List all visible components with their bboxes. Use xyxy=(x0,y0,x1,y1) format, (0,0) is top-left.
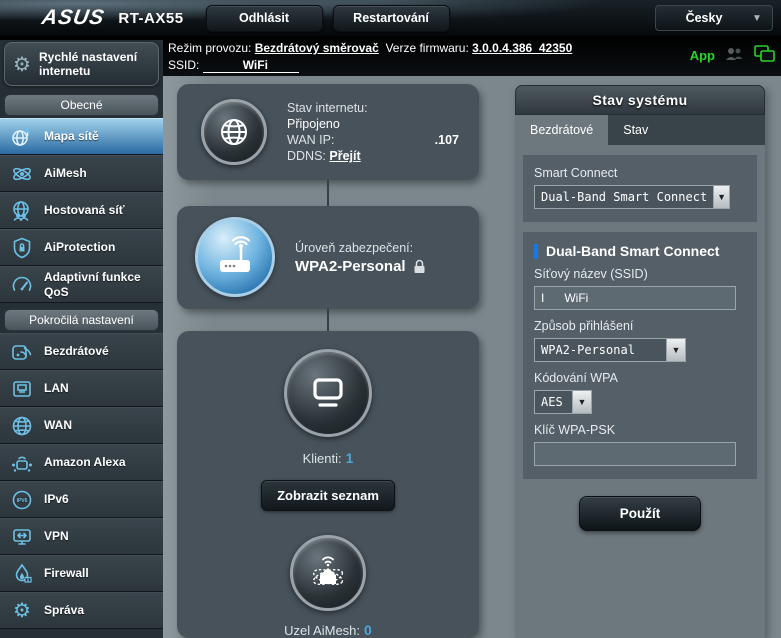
logout-button[interactable]: Odhlásit xyxy=(206,5,323,32)
smart-connect-box: Smart Connect Dual-Band Smart Connect ▼ xyxy=(523,155,757,222)
ddns-link[interactable]: Přejít xyxy=(329,149,360,163)
system-status-panel: Stav systému Bezdrátové Stav Smart Conne… xyxy=(515,85,765,638)
section-advanced: Pokročilá nastavení xyxy=(4,309,159,331)
aimesh-node-label: Uzel AiMesh: xyxy=(284,623,360,638)
sidebar-item-ipv6[interactable]: IPV6 IPv6 xyxy=(0,481,163,518)
devices-icon[interactable] xyxy=(753,44,775,66)
sidebar-item-admin[interactable]: ⚙ Správa xyxy=(0,592,163,629)
connector-line xyxy=(327,309,329,331)
dual-band-heading: Dual-Band Smart Connect xyxy=(546,243,719,259)
internet-status-card: Stav internetu: Připojeno WAN IP: .107 D… xyxy=(177,84,479,180)
lan-port-icon xyxy=(0,377,44,401)
clients-aimesh-card: Klienti: 1 Zobrazit seznam Uzel AiMesh: 0 xyxy=(177,331,479,638)
sidebar-item-firewall[interactable]: Firewall xyxy=(0,555,163,592)
connector-line xyxy=(327,180,329,205)
security-card: Úroveň zabezpečení: WPA2-Personal xyxy=(177,206,479,309)
gauge-icon xyxy=(0,273,44,297)
auth-method-label: Způsob přihlášení xyxy=(534,319,746,333)
main-content: Stav internetu: Připojeno WAN IP: .107 D… xyxy=(163,75,781,638)
quick-setup-button[interactable]: ⚙ Rychlé nastavení internetu xyxy=(4,42,159,86)
aimesh-icon xyxy=(0,162,44,186)
sidebar: ⚙ Rychlé nastavení internetu Obecné Mapa… xyxy=(0,40,163,638)
chevron-down-icon: ▼ xyxy=(713,186,729,208)
ssid-label: SSID: xyxy=(168,58,199,72)
sidebar-item-lan[interactable]: LAN xyxy=(0,370,163,407)
wpa-encryption-label: Kódování WPA xyxy=(534,371,746,385)
router-model: RT-AX55 xyxy=(118,10,183,27)
aimesh-node-count: 0 xyxy=(364,622,372,638)
internet-status-value: Připojeno xyxy=(287,117,459,131)
aimesh-node-icon[interactable] xyxy=(290,535,366,611)
ssid-link[interactable]: WiFi xyxy=(203,58,299,73)
view-list-button[interactable]: Zobrazit seznam xyxy=(261,480,395,511)
wpa-key-label: Klíč WPA-PSK xyxy=(534,423,746,437)
ipv6-globe-icon: IPV6 xyxy=(0,488,44,512)
wireless-icon xyxy=(0,340,44,364)
ssid-field-label: Síťový název (SSID) xyxy=(534,267,746,281)
users-icon[interactable] xyxy=(724,46,744,65)
ssid-input[interactable] xyxy=(534,286,736,310)
mode-link[interactable]: Bezdrátový směrovač xyxy=(255,41,379,55)
language-select[interactable]: Česky ▼ xyxy=(655,5,773,31)
wan-ip-label: WAN IP: xyxy=(287,133,334,147)
app-link[interactable]: App xyxy=(690,48,715,63)
alexa-icon xyxy=(0,451,44,475)
clients-label: Klienti: xyxy=(303,451,342,466)
gear-wrench-icon: ⚙ xyxy=(5,52,39,77)
dual-band-box: Dual-Band Smart Connect Síťový název (SS… xyxy=(523,232,757,479)
sidebar-item-wireless[interactable]: Bezdrátové xyxy=(0,333,163,370)
sidebar-item-aimesh[interactable]: AiMesh xyxy=(0,155,163,192)
network-map-icon xyxy=(0,125,44,149)
reboot-button[interactable]: Restartování xyxy=(333,5,450,32)
wpa-key-input[interactable] xyxy=(534,442,736,466)
internet-globe-icon[interactable] xyxy=(201,99,267,165)
network-map: Stav internetu: Připojeno WAN IP: .107 D… xyxy=(177,84,479,638)
sidebar-item-alexa[interactable]: Amazon Alexa xyxy=(0,444,163,481)
chevron-down-icon: ▼ xyxy=(572,391,591,413)
top-bar: ASUS RT-AX55 Odhlásit Restartování Česky… xyxy=(0,0,781,36)
firmware-link[interactable]: 3.0.0.4.386_42350 xyxy=(472,41,572,55)
asus-logo: ASUS xyxy=(40,6,107,30)
tab-wireless[interactable]: Bezdrátové xyxy=(515,115,608,145)
apply-button[interactable]: Použít xyxy=(579,496,701,531)
auth-method-select[interactable]: WPA2-Personal ▼ xyxy=(534,338,686,362)
heading-accent-bar xyxy=(534,244,538,259)
tab-status[interactable]: Stav xyxy=(608,115,663,145)
chevron-down-icon: ▼ xyxy=(666,339,685,361)
chevron-down-icon: ▼ xyxy=(752,13,772,24)
clients-monitor-icon[interactable] xyxy=(284,349,372,437)
clients-count: 1 xyxy=(346,450,354,466)
security-level-label: Úroveň zabezpečení: xyxy=(295,241,426,255)
sidebar-item-aiprotection[interactable]: AiProtection xyxy=(0,229,163,266)
lock-icon xyxy=(413,259,426,274)
smart-connect-label: Smart Connect xyxy=(534,166,746,180)
sidebar-item-vpn[interactable]: VPN xyxy=(0,518,163,555)
language-value: Česky xyxy=(656,11,752,25)
smart-connect-select[interactable]: Dual-Band Smart Connect ▼ xyxy=(534,185,730,209)
flame-icon xyxy=(0,562,44,586)
wpa-encryption-select[interactable]: AES ▼ xyxy=(534,390,592,414)
panel-title: Stav systému xyxy=(515,85,765,115)
svg-text:IPV6: IPV6 xyxy=(17,497,28,503)
mode-label: Režim provozu: xyxy=(168,41,251,55)
sidebar-item-wan[interactable]: WAN xyxy=(0,407,163,444)
sidebar-item-qos[interactable]: Adaptivní funkce QoS xyxy=(0,266,163,303)
firmware-label: Verze firmwaru: xyxy=(385,41,468,55)
shield-lock-icon xyxy=(0,236,44,260)
sidebar-item-guest-network[interactable]: Hostovaná síť xyxy=(0,192,163,229)
ddns-label: DDNS: xyxy=(287,149,326,163)
router-icon[interactable] xyxy=(195,217,275,297)
security-level-value: WPA2-Personal xyxy=(295,258,406,275)
guest-network-icon xyxy=(0,199,44,223)
gear-icon: ⚙ xyxy=(0,598,44,623)
section-general: Obecné xyxy=(4,94,159,116)
wan-ip-value: .107 xyxy=(435,133,459,147)
panel-tabs: Bezdrátové Stav xyxy=(515,115,765,145)
internet-status-label: Stav internetu: xyxy=(287,101,459,115)
sidebar-item-network-map[interactable]: Mapa sítě xyxy=(0,118,163,155)
globe-icon xyxy=(0,414,44,438)
vpn-monitor-icon xyxy=(0,525,44,549)
